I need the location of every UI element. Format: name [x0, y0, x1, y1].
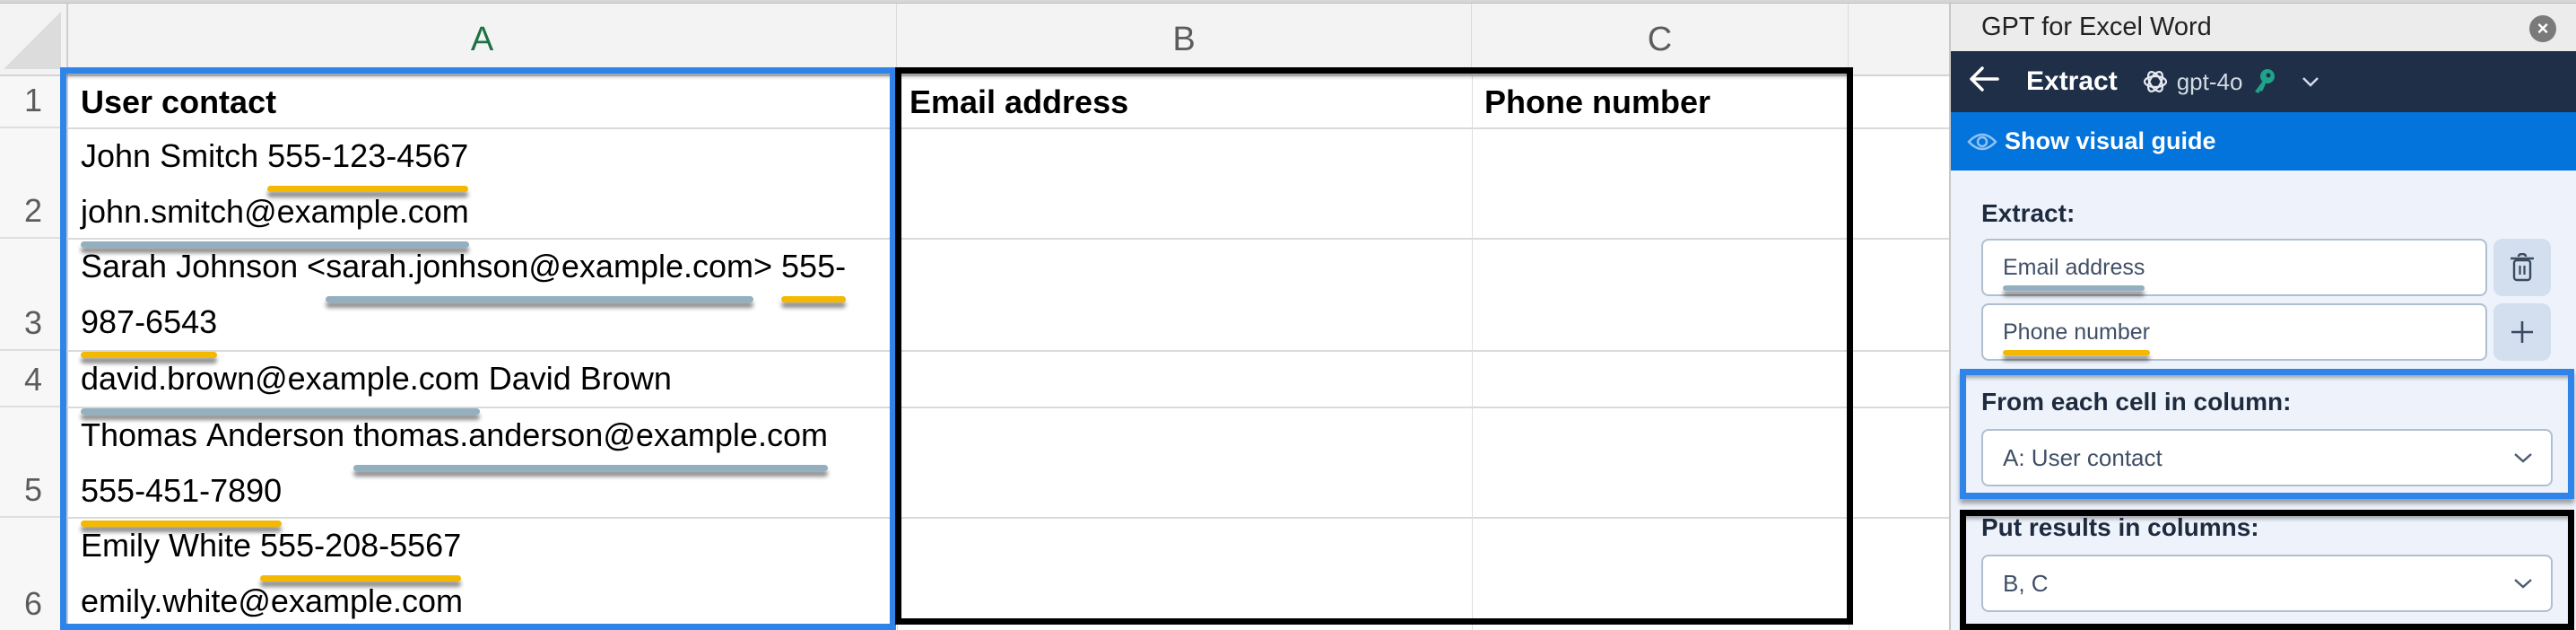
trash-icon [2511, 253, 2534, 282]
row-header-6[interactable]: 6 [0, 518, 68, 630]
source-column-select[interactable]: A: User contact [1981, 429, 2553, 486]
eye-icon [1967, 133, 1997, 150]
email-address-highlight: john.smitch@example.com [81, 184, 469, 248]
cell-line: Thomas Anderson thomas.anderson@example.… [81, 407, 897, 471]
openai-logo-icon [2143, 71, 2167, 92]
delete-field-button[interactable] [2493, 239, 2551, 296]
show-visual-guide-button[interactable]: Show visual guide [1951, 112, 2576, 171]
cell-line: 987-6543 [81, 294, 897, 358]
row-header-2[interactable]: 2 [0, 128, 68, 239]
column-header-d[interactable] [1849, 4, 1949, 76]
panel-nav-bar: Extract gpt-4o [1951, 51, 2576, 112]
phone-number-highlight: 555-208-5567 [260, 518, 462, 582]
extract-field-phone[interactable]: Phone number [1981, 303, 2487, 361]
email-address-highlight: sarah.jonhson@example.com [326, 239, 753, 302]
cell-a6[interactable]: Emily White 555-208-5567 emily.white@exam… [68, 518, 897, 630]
phone-number-highlight: 555- [781, 239, 847, 302]
model-name: gpt-4o [2176, 67, 2243, 95]
window-top-border [0, 0, 2576, 4]
column-header-a[interactable]: A [68, 4, 897, 76]
select-all-triangle-icon [4, 12, 61, 69]
cell-text: Emily White [81, 527, 261, 564]
extract-field-email[interactable]: Email address [1981, 239, 2487, 296]
extract-field-phone-value: Phone number [2003, 319, 2151, 355]
cell-text: David Brown [479, 360, 672, 397]
nav-title: Extract [2026, 66, 2118, 96]
cell-a2[interactable]: John Smitch 555-123-4567 john.smitch@exam… [68, 128, 897, 248]
row-header-5[interactable]: 5 [0, 407, 68, 518]
show-visual-guide-label: Show visual guide [2005, 127, 2216, 154]
phone-number-highlight: 987-6543 [81, 294, 218, 358]
select-all-corner[interactable] [0, 4, 68, 76]
cell-b4[interactable] [897, 351, 1472, 407]
cell-line: john.smitch@example.com [81, 184, 897, 248]
cell-text: John Smitch [81, 137, 268, 174]
source-column-label: From each cell in column: [1981, 388, 2292, 416]
phone-number-highlight: 555-123-4567 [267, 128, 469, 192]
model-selector[interactable]: gpt-4o [2141, 67, 2328, 96]
target-columns-select[interactable]: B, C [1981, 555, 2553, 612]
cell-c1[interactable]: Phone number [1472, 76, 1849, 128]
cell-c2[interactable] [1472, 128, 1849, 239]
email-address-highlight: thomas.anderson@example.com [353, 407, 828, 471]
cell-c5[interactable] [1472, 407, 1849, 518]
cell-b1[interactable]: Email address [897, 76, 1472, 128]
column-header-b[interactable]: B [897, 4, 1472, 76]
cell-text: Thomas Anderson [81, 416, 354, 453]
row-header-3[interactable]: 3 [0, 239, 68, 351]
cell-a4[interactable]: david.brown@example.com David Brown [68, 351, 897, 415]
cell-a3[interactable]: Sarah Johnson <sarah.jonhson@example.com… [68, 239, 897, 358]
plus-icon [2511, 321, 2533, 343]
close-icon[interactable]: × [2529, 15, 2556, 42]
row-header-1[interactable]: 1 [0, 76, 68, 128]
chevron-down-icon [2302, 77, 2319, 87]
cell-b5[interactable] [897, 407, 1472, 518]
chevron-down-icon [2514, 579, 2532, 589]
add-field-button[interactable] [2493, 303, 2551, 361]
cell-a5[interactable]: Thomas Anderson thomas.anderson@example.… [68, 407, 897, 527]
cell-line: 555-451-7890 [81, 463, 897, 527]
cell-b6[interactable] [897, 518, 1472, 630]
cell-text: > [753, 248, 782, 284]
column-header-c[interactable]: C [1472, 4, 1849, 76]
key-icon [2255, 69, 2276, 93]
cell-line: Sarah Johnson <sarah.jonhson@example.com… [81, 239, 897, 302]
cell-line: Emily White 555-208-5567 [81, 518, 897, 582]
cell-c4[interactable] [1472, 351, 1849, 407]
email-address-highlight: david.brown@example.com [81, 351, 480, 415]
source-column-value: A: User contact [2003, 443, 2163, 471]
row-header-4[interactable]: 4 [0, 351, 68, 407]
chevron-down-icon [2514, 453, 2532, 463]
phone-number-highlight: 555-451-7890 [81, 463, 283, 527]
cell-a1[interactable]: User contact [68, 76, 897, 128]
cell-c6[interactable] [1472, 518, 1849, 630]
cell-line: david.brown@example.com David Brown [81, 351, 897, 415]
email-address-highlight: emily.white@example.com [81, 573, 463, 629]
target-columns-value: B, C [2003, 569, 2049, 597]
cell-c3[interactable] [1472, 239, 1849, 351]
cell-b3[interactable] [897, 239, 1472, 351]
extract-label: Extract: [1981, 199, 2076, 227]
panel-title-bar: GPT for Excel Word [1951, 4, 2576, 51]
cell-b2[interactable] [897, 128, 1472, 239]
target-columns-label: Put results in columns: [1981, 513, 2259, 541]
cell-text: Sarah Johnson < [81, 248, 326, 284]
gpt-side-panel: GPT for Excel Word × Extract gpt-4o Show… [1949, 0, 2576, 630]
spreadsheet-grid[interactable]: A B C 1 2 3 4 5 6 User contact Email add… [0, 0, 1949, 630]
arrow-left-icon[interactable] [1969, 63, 2008, 101]
cell-line: emily.white@example.com [81, 573, 897, 629]
extract-field-email-value: Email address [2003, 254, 2145, 291]
panel-title: GPT for Excel Word [1981, 13, 2212, 41]
cell-line: John Smitch 555-123-4567 [81, 128, 897, 192]
